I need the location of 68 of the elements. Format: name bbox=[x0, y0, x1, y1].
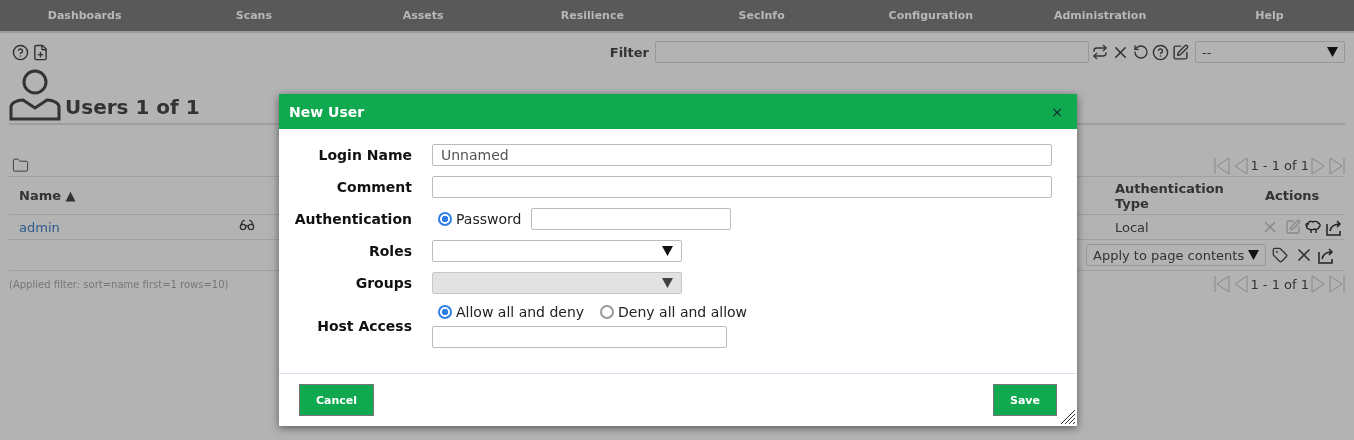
reset-icon[interactable] bbox=[1133, 44, 1149, 60]
radio-button[interactable] bbox=[600, 305, 615, 319]
caret-icon bbox=[1327, 47, 1338, 57]
glasses-icon bbox=[239, 217, 255, 233]
field-label: Roles bbox=[367, 243, 412, 259]
help-icon[interactable] bbox=[1152, 43, 1169, 61]
bulk-action-select[interactable]: Apply to page contents bbox=[1086, 244, 1266, 266]
field-label: Comment bbox=[335, 179, 412, 195]
column-header[interactable]: Name ▲ bbox=[9, 188, 239, 203]
text-field[interactable] bbox=[432, 176, 1052, 198]
select-field[interactable] bbox=[432, 240, 682, 262]
user-link[interactable]: admin bbox=[9, 219, 239, 235]
nav-item[interactable]: Help bbox=[1184, 9, 1354, 22]
dialog-title: New User bbox=[289, 103, 365, 120]
field-label: Host Access bbox=[316, 318, 412, 334]
first-page-icon[interactable] bbox=[1214, 156, 1231, 175]
export-icon[interactable] bbox=[1317, 246, 1335, 264]
nav-item[interactable]: SecInfo bbox=[677, 9, 847, 22]
save-button[interactable]: Save bbox=[993, 384, 1057, 416]
applied-filter-text: (Applied filter: sort=name first=1 rows=10) bbox=[9, 278, 229, 290]
field-label: Login Name bbox=[317, 147, 412, 163]
folder-icon[interactable] bbox=[12, 157, 29, 174]
help-icon[interactable] bbox=[12, 43, 29, 61]
previous-page-icon[interactable] bbox=[1232, 156, 1249, 175]
tag-icon[interactable] bbox=[1272, 247, 1288, 263]
resize-handle-icon[interactable] bbox=[1059, 408, 1075, 424]
caret-icon bbox=[662, 246, 673, 256]
radio-label: Deny all and allow bbox=[618, 304, 748, 320]
password-field[interactable] bbox=[531, 208, 732, 230]
first-page-icon[interactable] bbox=[1214, 275, 1231, 293]
new-icon[interactable] bbox=[32, 43, 49, 61]
field-label: Authentication bbox=[293, 211, 412, 227]
column-header: Actions bbox=[1264, 188, 1321, 203]
caret-icon bbox=[662, 278, 673, 288]
sheep-icon[interactable] bbox=[1303, 220, 1322, 234]
host-field[interactable] bbox=[432, 326, 727, 348]
page-count: 1 - 1 of 1 bbox=[1250, 158, 1309, 173]
filter-select[interactable]: -- bbox=[1195, 41, 1345, 63]
user-icon bbox=[9, 69, 61, 121]
radio-button[interactable] bbox=[438, 212, 452, 226]
nav-item[interactable]: Dashboards bbox=[0, 9, 170, 22]
radio-label: Allow all and deny bbox=[456, 304, 585, 320]
text-field[interactable]: Unnamed bbox=[432, 144, 1052, 166]
edit-icon[interactable] bbox=[1172, 43, 1189, 61]
last-page-icon[interactable] bbox=[1329, 156, 1345, 175]
filter-label: Filter bbox=[609, 44, 649, 60]
next-page-icon[interactable] bbox=[1311, 275, 1327, 293]
export-icon[interactable] bbox=[1324, 218, 1343, 236]
nav-item[interactable]: Administration bbox=[1015, 9, 1185, 22]
field-label: Groups bbox=[354, 275, 412, 291]
cancel-button[interactable]: Cancel bbox=[299, 384, 375, 416]
last-page-icon[interactable] bbox=[1329, 275, 1345, 293]
radio-label: Password bbox=[456, 211, 522, 227]
next-page-icon[interactable] bbox=[1311, 156, 1327, 175]
caret-icon bbox=[1248, 250, 1259, 260]
refresh-icon[interactable] bbox=[1092, 44, 1108, 60]
filter-field[interactable] bbox=[655, 41, 1089, 63]
nav-item[interactable]: Configuration bbox=[846, 9, 1016, 22]
radio-button[interactable] bbox=[438, 305, 452, 319]
nav-item[interactable]: Assets bbox=[338, 9, 508, 22]
table-cell-text: Local bbox=[1114, 219, 1150, 235]
page-title: Users 1 of 1 bbox=[65, 95, 200, 119]
close-button[interactable]: × bbox=[1047, 103, 1067, 120]
nav-item[interactable]: Scans bbox=[169, 9, 339, 22]
previous-page-icon[interactable] bbox=[1232, 275, 1249, 293]
nav-item[interactable]: Resilience bbox=[507, 9, 677, 22]
column-header[interactable]: Authentication Type bbox=[1105, 180, 1255, 211]
page-count: 1 - 1 of 1 bbox=[1250, 276, 1309, 292]
